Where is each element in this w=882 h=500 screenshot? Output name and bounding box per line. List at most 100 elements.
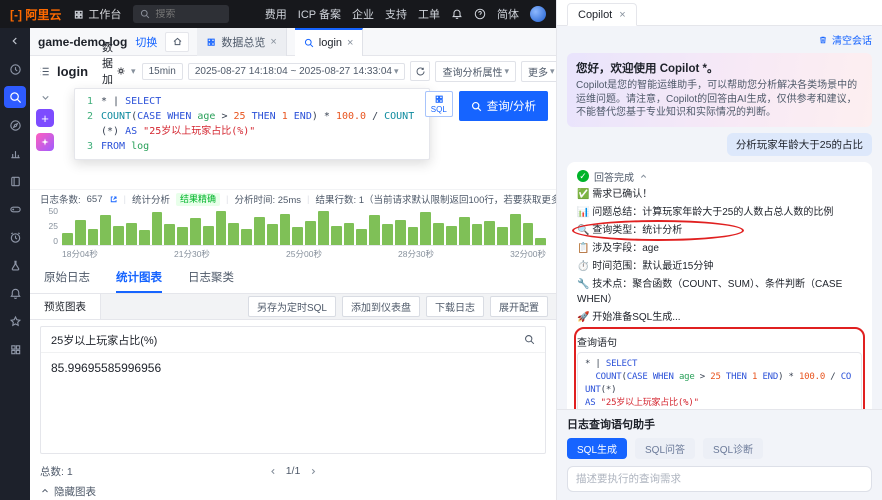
home-tab-button[interactable] [165,31,190,52]
topbar-link[interactable]: 费用 [265,6,287,22]
more-dropdown[interactable]: 更多 [521,60,556,82]
histogram-bar[interactable] [535,237,547,245]
sql-mode-button[interactable]: SQL [424,91,453,117]
histogram-bar[interactable] [497,227,508,245]
histogram-bar[interactable] [394,219,406,245]
workspace-menu[interactable]: 工作台 [73,6,121,22]
histogram-bar[interactable] [343,222,355,245]
alibaba-cloud-logo[interactable]: [-] 阿里云 [10,6,61,23]
hide-chart-button[interactable]: 隐藏图表 [30,482,556,500]
query-editor[interactable]: 1* | SELECT2COUNT(CASE WHEN age > 25 THE… [30,86,556,190]
download-logs-button[interactable]: 下载日志 [426,296,484,317]
histogram-bar[interactable] [62,233,73,245]
query-analyze-button[interactable]: 查询/分析 [458,91,548,121]
histogram-bar[interactable] [241,228,252,245]
query-attr-dropdown[interactable]: 查询分析属性 [435,60,516,82]
topbar-link[interactable]: 工单 [418,6,440,22]
sql-diagnose-button[interactable]: SQL诊断 [703,438,764,459]
compass-icon[interactable] [4,114,26,136]
book-icon[interactable] [4,170,26,192]
histogram-bar[interactable] [484,221,496,245]
add-query-button[interactable] [36,109,54,127]
histogram-bar[interactable] [113,225,124,245]
sql-qa-button[interactable]: SQL问答 [635,438,696,459]
histogram-bar[interactable] [138,230,150,245]
histogram-bar[interactable] [87,228,99,245]
histogram-bar[interactable] [189,218,201,245]
alarm-clock-icon[interactable] [4,226,26,248]
topbar-search-input[interactable] [155,8,222,20]
tab-data-overview[interactable]: 数据总览 [197,28,287,56]
histogram-bar[interactable] [420,212,432,245]
histogram-bar[interactable] [471,224,483,245]
switch-project-link[interactable]: 切换 [135,34,157,50]
sidebar-collapse-button[interactable] [4,31,26,51]
sql-editor-content[interactable]: 1 * | SELECT 2 COUNT(CASE WHEN age > 25 THE… [74,88,430,160]
histogram-bar[interactable] [279,213,291,245]
logstore-list-icon[interactable] [38,65,51,78]
histogram-bar[interactable] [433,222,444,245]
histogram-bar[interactable] [445,225,457,245]
bell-icon[interactable] [4,282,26,304]
histogram-bar[interactable] [100,215,112,245]
tab-raw-logs[interactable]: 原始日志 [44,269,90,293]
histogram-bar[interactable] [215,210,227,245]
histogram-bar[interactable] [266,224,278,245]
language-switcher[interactable]: 简体 [497,6,519,22]
histogram-bar[interactable] [253,216,265,245]
sql-generate-button[interactable]: SQL生成 [567,438,628,459]
tab-statistics-chart[interactable]: 统计图表 [116,269,162,293]
external-link-icon[interactable] [109,195,118,204]
histogram-bar[interactable] [407,227,419,245]
quick-time-selector[interactable]: 15min [141,62,183,80]
histogram-bar[interactable] [164,224,176,245]
histogram-bar[interactable] [317,210,329,245]
bell-icon[interactable] [451,8,463,20]
histogram-bar[interactable] [509,213,521,245]
histogram-bar[interactable] [202,225,214,245]
histogram-bar[interactable] [292,227,304,245]
topbar-link[interactable]: 支持 [385,6,407,22]
close-icon[interactable] [619,9,625,21]
histogram-bar[interactable] [228,222,240,245]
histogram-bar[interactable] [356,228,368,245]
histogram-bar[interactable] [369,215,380,245]
histogram-bar[interactable] [305,221,316,245]
copilot-tab[interactable]: Copilot [567,3,637,26]
collapse-icon[interactable] [639,172,648,181]
star-icon[interactable] [4,310,26,332]
help-icon[interactable] [474,8,486,20]
apps-grid-icon[interactable] [4,338,26,360]
add-to-dashboard-button[interactable]: 添加到仪表盘 [342,296,420,317]
ai-sparkle-button[interactable] [36,133,54,151]
save-scheduled-sql-button[interactable]: 另存为定时SQL [247,296,336,317]
histogram-bar[interactable] [151,212,163,245]
gamepad-icon[interactable] [4,198,26,220]
tab-login[interactable]: login [294,28,364,56]
time-range-selector[interactable]: 2025-08-27 14:18:04 ~ 2025-08-27 14:33:0… [187,62,406,80]
log-search-icon[interactable] [4,86,26,108]
clear-session-button[interactable]: 清空会话 [567,32,872,47]
histogram-bar[interactable] [125,222,137,245]
histogram-bar[interactable] [74,219,86,245]
histogram-bar[interactable] [458,216,470,245]
copilot-input[interactable] [567,466,872,492]
preview-chart-tab[interactable]: 预览图表 [30,294,101,319]
topbar-search[interactable] [133,5,230,23]
histogram-bar[interactable] [381,224,393,245]
histogram-bar[interactable] [330,225,342,245]
search-icon[interactable] [524,334,535,345]
dashboard-chart-icon[interactable] [4,142,26,164]
editor-line[interactable]: 3 FROM log [82,139,422,154]
close-icon[interactable] [270,36,276,48]
avatar[interactable] [530,6,546,22]
prev-page-button[interactable] [269,467,278,476]
auto-refresh-button[interactable] [410,61,431,81]
history-clock-icon[interactable] [4,58,26,80]
answer-status[interactable]: 回答完成 [577,169,862,184]
expand-config-button[interactable]: 展开配置 [490,296,548,317]
histogram-bar[interactable] [522,222,534,245]
close-icon[interactable] [347,37,353,49]
topbar-link[interactable]: ICP 备案 [298,6,341,22]
topbar-link[interactable]: 企业 [352,6,374,22]
